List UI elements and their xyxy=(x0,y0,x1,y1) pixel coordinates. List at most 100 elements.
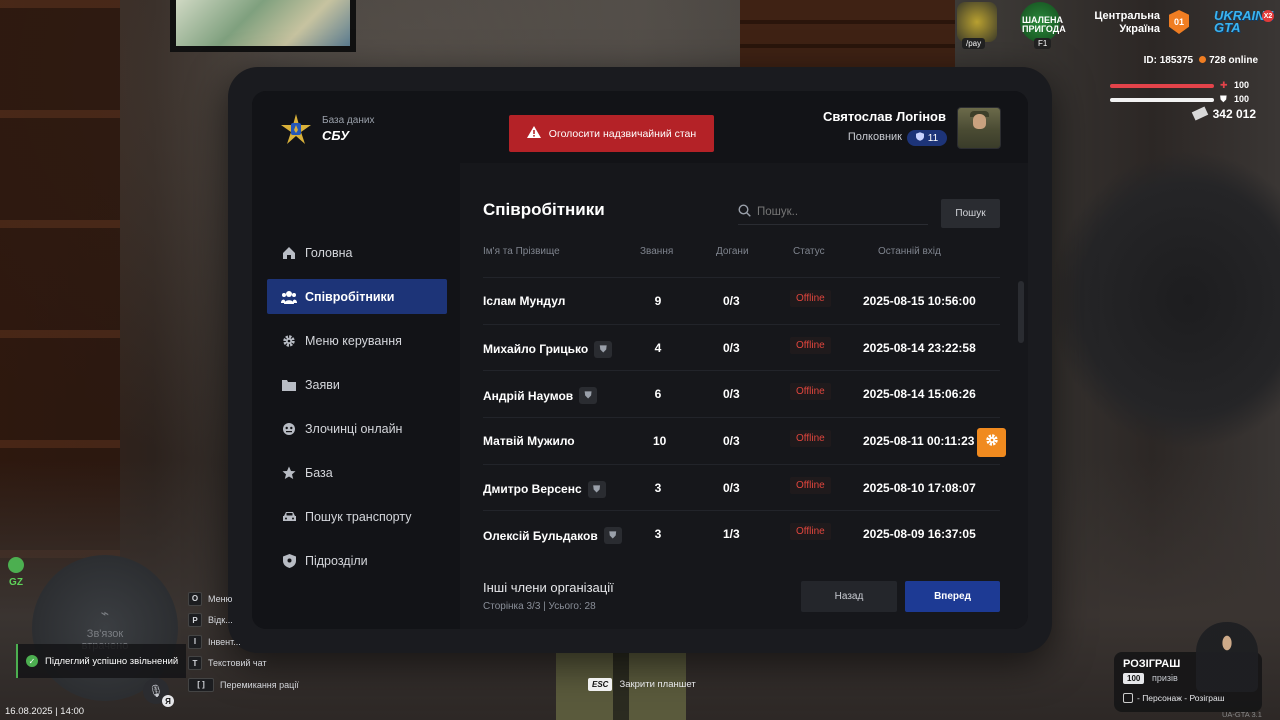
search-input[interactable] xyxy=(757,205,917,218)
column-name: Ім'я та Прізвище xyxy=(483,246,560,257)
keybind-list: O Меню P Відк... I Інвент... T Текстовий чат… xyxy=(188,588,299,696)
logo-title: СБУ xyxy=(322,128,350,143)
employee-warnings: 0/3 xyxy=(723,294,740,308)
sidebar-item-label: Головна xyxy=(305,245,353,260)
back-button[interactable]: Назад xyxy=(801,581,897,612)
status-badge: Offline xyxy=(790,430,831,448)
armor-icon: ⛊ xyxy=(1220,94,1227,104)
status-badge: Offline xyxy=(790,523,831,541)
giveaway-hint: - Персонаж - Розіграш xyxy=(1123,693,1225,703)
shield-icon xyxy=(281,553,297,569)
keybind-row: [ ] Перемикання рації xyxy=(188,674,299,696)
table-row[interactable]: Андрій Наумов ⛊ 6 0/3 Offline 2025-08-14 … xyxy=(483,370,1000,417)
user-rank: Полковник xyxy=(847,131,902,143)
sidebar-item-vehicle-search[interactable]: Пошук транспорту xyxy=(267,499,447,534)
status-badge: Offline xyxy=(790,476,831,494)
datetime: 16.08.2025 | 14:00 xyxy=(5,706,85,717)
sidebar: База даних СБУ Головна Співробітники Мен… xyxy=(252,91,460,629)
brand-logo: UKRAINE GTA xyxy=(1214,8,1274,35)
online-count: 728 online xyxy=(1209,55,1258,66)
giveaway-prizes: призів xyxy=(1152,673,1178,683)
notification-text: Підлеглий успішно звільнений xyxy=(45,655,179,667)
cabinet xyxy=(740,0,955,68)
emergency-button[interactable]: Оголосити надзвичайний стан xyxy=(509,115,714,152)
sidebar-item-divisions[interactable]: Підрозділи xyxy=(267,543,447,578)
top-bar: Оголосити надзвичайний стан Святослав Ло… xyxy=(460,91,1028,163)
shield-icon: ⛊ xyxy=(587,480,606,498)
cash-icon xyxy=(1191,106,1208,121)
money-display: 342 012 xyxy=(1191,106,1256,121)
sidebar-item-label: Пошук транспорту xyxy=(305,509,412,524)
check-icon: ✓ xyxy=(26,655,38,667)
car-icon xyxy=(281,509,297,525)
next-button[interactable]: Вперед xyxy=(905,581,1000,612)
employee-name: Михайло Грицько xyxy=(483,342,589,357)
employee-last-login: 2025-08-14 15:06:26 xyxy=(863,387,976,402)
employee-name: Андрій Наумов xyxy=(483,388,574,403)
mask-icon xyxy=(281,421,297,437)
main-content: Оголосити надзвичайний стан Святослав Ло… xyxy=(460,91,1028,629)
armchair xyxy=(1050,150,1280,450)
table-header: Ім'я та Прізвище Звання Догани Статус Ос… xyxy=(460,246,1028,260)
search-field xyxy=(738,199,928,225)
status-badge: Offline xyxy=(790,336,831,354)
table-row[interactable]: Михайло Грицько ⛊ 4 0/3 Offline 2025-08-1… xyxy=(483,323,1000,371)
sidebar-item-database[interactable]: База xyxy=(267,455,447,490)
sidebar-item-employees[interactable]: Співробітники xyxy=(267,279,447,314)
column-last-login: Останній вхід xyxy=(878,246,941,257)
employee-last-login: 2025-08-14 23:22:58 xyxy=(863,340,976,355)
armor-bar xyxy=(1110,98,1214,102)
employee-last-login: 2025-08-10 17:08:07 xyxy=(863,480,976,495)
scrollbar[interactable] xyxy=(1018,281,1024,343)
page-title: Співробітники xyxy=(483,200,605,219)
keybind-row: O Меню xyxy=(188,588,299,610)
online-dot-icon xyxy=(1199,56,1207,63)
employee-warnings: 0/3 xyxy=(723,387,740,402)
employee-last-login: 2025-08-15 10:56:00 xyxy=(863,294,976,308)
giveaway-count: 100 xyxy=(1123,673,1145,684)
employee-name: Олексій Бульдаков xyxy=(483,528,598,543)
player-id-line: ID: 185375 728 online xyxy=(1144,55,1258,66)
sidebar-item-home[interactable]: Головна xyxy=(267,235,447,270)
sidebar-item-label: Заяви xyxy=(305,377,340,392)
sidebar-item-control-menu[interactable]: Меню керування xyxy=(267,323,447,358)
sidebar-item-label: Співробітники xyxy=(305,289,395,304)
table-row[interactable]: Дмитро Версенс ⛊ 3 0/3 Offline 2025-08-10… xyxy=(483,463,1000,511)
mic-key: Я xyxy=(162,695,174,707)
sidebar-item-applications[interactable]: Заяви xyxy=(267,367,447,402)
column-status: Статус xyxy=(793,246,825,257)
user-level-badge: 11 xyxy=(907,130,947,146)
employee-settings-button[interactable] xyxy=(977,428,1006,458)
table-row[interactable]: Олексій Бульдаков ⛊ 3 1/3 Offline 2025-08… xyxy=(483,510,1000,557)
star-icon xyxy=(281,465,297,481)
employee-warnings: 0/3 xyxy=(723,340,740,355)
table-row[interactable]: Матвій Мужило 10 0/3 Offline 2025-08-11 … xyxy=(483,417,1006,464)
keybind-row: I Інвент... xyxy=(188,631,299,653)
pay-shortcut-icon[interactable] xyxy=(957,2,997,42)
tablet-screen: База даних СБУ Головна Співробітники Мен… xyxy=(252,91,1028,629)
logo-subtitle: База даних xyxy=(322,115,375,126)
warning-icon xyxy=(526,126,541,141)
green-zone-indicator: GZ xyxy=(8,557,24,588)
table-row[interactable]: Іслам Мундул 9 0/3 Offline 2025-08-15 10… xyxy=(483,277,1000,324)
employee-name: Іслам Мундул xyxy=(483,294,566,308)
adventure-key: F1 xyxy=(1034,38,1052,49)
column-rank: Звання xyxy=(640,246,674,257)
search-button[interactable]: Пошук xyxy=(941,199,1000,228)
sidebar-item-label: Меню керування xyxy=(305,333,402,348)
sidebar-item-label: Злочинці онлайн xyxy=(305,421,403,436)
pagination-info: Сторінка 3/3 | Усього: 28 xyxy=(483,601,596,612)
sbu-emblem-icon xyxy=(281,114,311,144)
version-label: UA-GTA 3.1 xyxy=(1222,710,1262,719)
sidebar-item-criminals-online[interactable]: Злочинці онлайн xyxy=(267,411,447,446)
wall-monitor xyxy=(170,0,356,52)
employee-warnings: 0/3 xyxy=(723,434,740,449)
employee-name: Матвій Мужило xyxy=(483,434,575,449)
health-icon: ✚ xyxy=(1220,80,1228,90)
server-name: Центральна Україна xyxy=(1094,10,1160,35)
avatar xyxy=(957,107,1001,149)
close-tablet-hint[interactable]: ESC Закрити планшет xyxy=(588,678,696,691)
sbu-logo: База даних СБУ xyxy=(280,113,374,145)
employee-warnings: 1/3 xyxy=(723,527,740,542)
sidebar-item-label: Підрозділи xyxy=(305,553,368,568)
